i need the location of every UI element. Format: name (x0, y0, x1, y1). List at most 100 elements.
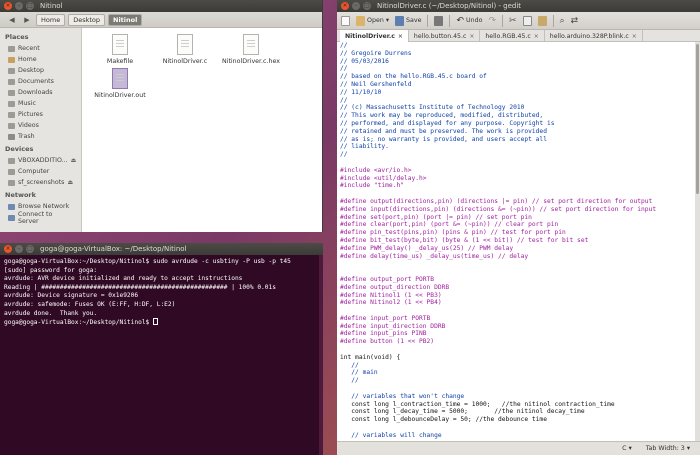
file-name: NitinolDriver.c.hex (221, 58, 280, 65)
code-line: #define output(directions,pin) (directio… (340, 197, 653, 205)
close-tab-icon[interactable]: × (534, 33, 539, 40)
language-selector[interactable]: C ▾ (622, 445, 632, 452)
sidebar-item-label: VBOXADDITIO... (18, 157, 68, 164)
sidebar-item-documents[interactable]: Documents (0, 76, 81, 87)
terminal-scrollbar[interactable] (319, 255, 323, 455)
scrollbar-thumb[interactable] (696, 44, 699, 194)
terminal-output[interactable]: goga@goga-VirtualBox:~/Desktop/Nitinol$ … (0, 255, 323, 439)
gedit-toolbar: Open ▾ Save ↶ Undo ↷ ✂ ⌕ ⇄ (337, 12, 700, 30)
gedit-title: NitinolDriver.c (~/Desktop/Nitinol) - ge… (377, 2, 522, 10)
sidebar-item-home[interactable]: Home (0, 54, 81, 65)
code-line: // (340, 65, 348, 73)
c-source-file-icon (177, 34, 193, 55)
open-button[interactable]: Open ▾ (356, 14, 389, 28)
close-tab-icon[interactable]: × (632, 33, 637, 40)
file-manager-titlebar[interactable]: × – □ Nitinol (0, 0, 322, 12)
sidebar-item-desktop[interactable]: Desktop (0, 65, 81, 76)
eject-icon[interactable]: ⏏ (67, 179, 73, 186)
code-line: #include <util/delay.h> (340, 174, 427, 182)
breadcrumb-home[interactable]: Home (36, 13, 66, 26)
tab-hello-arduino[interactable]: hello.arduino.328P.blink.c × (545, 30, 643, 42)
new-document-icon (341, 15, 350, 26)
code-line: #include <avr/io.h> (340, 166, 412, 174)
toolbar-separator (502, 14, 504, 27)
code-line: // Neil Gershenfeld (340, 80, 412, 88)
minimize-icon[interactable]: – (15, 2, 23, 10)
sidebar-item-label: Recent (18, 45, 40, 52)
code-line: // (340, 361, 359, 369)
code-line: #define input_port PORTB (340, 314, 431, 322)
code-line: // retained and must be preserved. The w… (340, 127, 547, 135)
code-line: int main(void) { (340, 353, 401, 361)
close-icon[interactable]: × (4, 2, 12, 10)
code-line: #define delay(time_us) _delay_us(time_us… (340, 252, 529, 260)
code-line: // variables will change (340, 431, 442, 439)
undo-icon: ↶ (456, 15, 465, 26)
code-editor[interactable]: //// Gregoire Durrens// 05/03/2016//// b… (337, 42, 695, 441)
redo-icon: ↷ (488, 15, 497, 26)
network-icon (8, 203, 15, 210)
code-line: // main (340, 369, 378, 377)
breadcrumb-nitinol[interactable]: Nitinol (108, 13, 143, 26)
tab-width-selector[interactable]: Tab Width: 3 ▾ (646, 445, 690, 452)
sidebar-item-recent[interactable]: Recent (0, 43, 81, 54)
file-item-makefile[interactable]: Makefile (87, 34, 153, 65)
tab-label: hello.button.45.c (413, 32, 467, 40)
file-view: Makefile NitinolDriver.c NitinolDriver.c… (82, 28, 322, 232)
redo-button[interactable]: ↷ (488, 14, 496, 28)
file-item-nitinoldriver-out[interactable]: NitinolDriver.out (87, 68, 153, 99)
find-button[interactable]: ⌕ (560, 14, 565, 28)
copy-button[interactable] (522, 14, 532, 28)
tab-hello-rgb[interactable]: hello.RGB.45.c × (480, 30, 545, 42)
replace-button[interactable]: ⇄ (571, 14, 579, 28)
gedit-titlebar[interactable]: × – □ NitinolDriver.c (~/Desktop/Nitinol… (337, 0, 700, 12)
close-tab-icon[interactable]: × (469, 33, 474, 40)
code-line: // 05/03/2016 (340, 57, 389, 65)
print-button[interactable] (434, 14, 444, 28)
sidebar-item-downloads[interactable]: Downloads (0, 87, 81, 98)
maximize-icon[interactable]: □ (363, 2, 371, 10)
sidebar-item-videos[interactable]: Videos (0, 120, 81, 131)
toolbar-separator (427, 14, 429, 27)
sidebar-item-sf-screenshots[interactable]: sf_screenshots ⏏ (0, 177, 81, 188)
maximize-icon[interactable]: □ (26, 245, 34, 253)
tab-nitinoldriver[interactable]: NitinolDriver.c × (340, 30, 409, 42)
tab-hello-button[interactable]: hello.button.45.c × (409, 30, 481, 42)
file-manager-sidebar: Places Recent Home Desktop Documents Dow… (0, 28, 82, 232)
minimize-icon[interactable]: – (352, 2, 360, 10)
close-icon[interactable]: × (341, 2, 349, 10)
sidebar-item-vboxadditions[interactable]: VBOXADDITIO... ⏏ (0, 155, 81, 166)
gedit-statusbar: C ▾ Tab Width: 3 ▾ (337, 441, 700, 455)
paste-button[interactable] (537, 14, 547, 28)
file-item-nitinoldriver-hex[interactable]: NitinolDriver.c.hex (218, 34, 284, 65)
sidebar-item-pictures[interactable]: Pictures (0, 109, 81, 120)
terminal-window: × – □ goga@goga-VirtualBox: ~/Desktop/Ni… (0, 243, 323, 455)
code-line: #define input_pins PINB (340, 330, 427, 338)
minimize-icon[interactable]: – (15, 245, 23, 253)
editor-scrollbar[interactable] (695, 42, 700, 441)
sidebar-item-computer[interactable]: Computer (0, 166, 81, 177)
sidebar-item-music[interactable]: Music (0, 98, 81, 109)
eject-icon[interactable]: ⏏ (71, 157, 77, 164)
file-item-nitinoldriver-c[interactable]: NitinolDriver.c (152, 34, 218, 65)
undo-button[interactable]: ↶ Undo (456, 14, 482, 28)
save-button[interactable]: Save (395, 14, 421, 28)
close-tab-icon[interactable]: × (398, 33, 403, 40)
music-icon (8, 100, 15, 107)
sidebar-item-label: Downloads (18, 89, 53, 96)
cut-button[interactable]: ✂ (509, 14, 517, 28)
maximize-icon[interactable]: □ (26, 2, 34, 10)
forward-icon[interactable]: ▶ (21, 14, 33, 26)
new-document-button[interactable] (341, 14, 350, 28)
sidebar-item-connect-server[interactable]: Connect to Server (0, 211, 81, 225)
sidebar-item-trash[interactable]: Trash (0, 131, 81, 142)
breadcrumb-desktop[interactable]: Desktop (68, 13, 106, 26)
copy-icon (522, 15, 532, 26)
terminal-titlebar[interactable]: × – □ goga@goga-VirtualBox: ~/Desktop/Ni… (0, 243, 323, 255)
chevron-down-icon: ▾ (385, 17, 389, 24)
back-icon[interactable]: ◀ (6, 14, 18, 26)
close-icon[interactable]: × (4, 245, 12, 253)
executable-file-icon (112, 68, 128, 89)
